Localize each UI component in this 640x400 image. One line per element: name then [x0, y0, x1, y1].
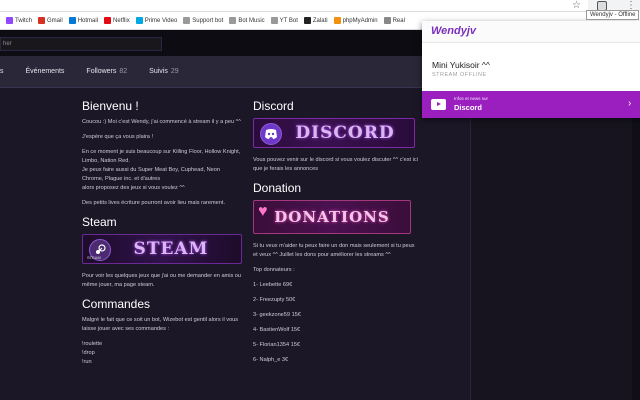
bookmark-item[interactable]: Support bot: [183, 17, 223, 24]
bookmark-label: Real: [392, 17, 405, 24]
bookmark-label: Twitch: [15, 17, 33, 24]
browser-toolbar: ☆ ⋮: [0, 0, 640, 12]
right-column: Discord DISCORD Vous pouvez venir sur le…: [253, 98, 418, 371]
top-donors-title: Top donnateurs :: [253, 267, 295, 273]
bookmark-favicon-icon: [333, 17, 341, 24]
bookmark-item[interactable]: Prime Video: [135, 17, 178, 24]
tab-followers[interactable]: Followers 82: [86, 68, 127, 75]
bookmark-item[interactable]: Real: [383, 17, 405, 24]
chat-side-panel: [470, 88, 640, 400]
bienvenu-text-6: Des petits lives écriture pourront avoir…: [82, 200, 226, 206]
bookmark-favicon-icon: [6, 17, 13, 24]
steam-title: Steam: [82, 215, 117, 229]
steam-banner-sub: STEAM: [87, 255, 101, 260]
search-input[interactable]: her: [0, 37, 162, 51]
commandes-title: Commandes: [82, 297, 151, 311]
steam-banner-text: STEAM: [133, 238, 209, 259]
discord-banner[interactable]: DISCORD: [253, 118, 415, 148]
donor-item: 3- geekzone59 15€: [253, 312, 301, 318]
chevron-right-icon: ›: [628, 98, 632, 109]
donation-banner[interactable]: ♥ DONATIONS: [253, 200, 411, 234]
discord-banner-text: DISCORD: [295, 122, 395, 143]
bookmark-label: phpMyAdmin: [342, 17, 378, 24]
bookmark-favicon-icon: [38, 17, 46, 24]
popup-channel-name: Mini Yukisoir ^^: [432, 60, 490, 70]
bookmark-favicon-icon: [229, 17, 237, 24]
popup-discord-title: Discord: [454, 103, 482, 112]
command-item: !drop: [82, 350, 95, 356]
bookmark-favicon-icon: [383, 17, 391, 24]
popup-brand: Wendyjv: [431, 25, 477, 37]
bookmark-favicon-icon: [68, 17, 76, 24]
donor-item: 4- BastienWolf 15€: [253, 327, 301, 333]
bookmark-star-icon[interactable]: ☆: [572, 0, 581, 12]
discord-logo-icon: [260, 123, 282, 145]
bookmark-label: YT Bot: [279, 17, 298, 24]
donor-item: 5- Florian1354 15€: [253, 342, 300, 348]
discord-title: Discord: [253, 99, 294, 113]
bookmark-favicon-icon: [303, 17, 311, 24]
command-item: !roulette: [82, 341, 103, 347]
bookmark-item[interactable]: Netflix: [104, 17, 130, 24]
youtube-icon: [431, 99, 446, 110]
extension-popup: Wendyjv Mini Yukisoir ^^ STREAM OFFLINE …: [422, 21, 640, 118]
left-column: Bienvenu ! Coucou :) Moi c'est Wendy, j'…: [82, 98, 242, 367]
donation-text: Si tu veux m'aider tu peux faire un don …: [253, 243, 415, 258]
heart-icon: ♥: [258, 203, 268, 220]
discord-text: Vous pouvez venir sur le discord si vous…: [253, 157, 418, 172]
bienvenu-text-4: Je peux faire aussi du Super Meat Boy, C…: [82, 167, 220, 182]
bookmark-item[interactable]: Bot Music: [229, 17, 265, 24]
bookmark-label: Hotmail: [77, 17, 99, 24]
bookmark-label: Zalati: [312, 17, 328, 24]
bookmark-label: Support bot: [192, 17, 224, 24]
address-bar[interactable]: [0, 0, 588, 12]
bookmark-item[interactable]: Twitch: [6, 17, 32, 24]
donation-banner-text: DONATIONS: [274, 207, 390, 226]
bienvenu-text-3: En ce moment je suis beaucoup sur Killin…: [82, 149, 241, 164]
tab-suivis[interactable]: Suivis 29: [149, 68, 178, 75]
popup-discord-sub: Infos et news sur: [454, 96, 489, 101]
popup-discord-button[interactable]: Infos et news sur Discord ›: [422, 91, 640, 118]
bienvenu-text-1: Coucou :) Moi c'est Wendy, j'ai commencé…: [82, 119, 241, 125]
bookmark-favicon-icon: [104, 17, 112, 24]
extension-tooltip: Wendyjv - Offline: [586, 10, 640, 20]
bienvenu-text-2: J'espère que ça vous plaira !: [82, 134, 154, 140]
bookmark-favicon-icon: [183, 17, 191, 24]
suivis-count: 29: [170, 68, 179, 75]
bookmark-label: Netflix: [113, 17, 130, 24]
steam-text: Pour voir les quelques jeux que j'ai ou …: [82, 273, 242, 288]
bookmark-label: Gmail: [47, 17, 63, 24]
bookmark-label: Prime Video: [144, 17, 178, 24]
bienvenu-text-5: alors proposez des jeux si vous voulez ^…: [82, 185, 185, 191]
tab-partial[interactable]: s: [0, 68, 4, 75]
bookmark-label: Bot Music: [238, 17, 265, 24]
steam-banner[interactable]: STEAM STEAM: [82, 234, 242, 264]
commandes-text: Malgré le fait que ce soit un bot, Wizeb…: [82, 317, 239, 332]
popup-stream-status: STREAM OFFLINE: [432, 72, 487, 78]
bookmark-item[interactable]: Hotmail: [68, 17, 99, 24]
bookmark-item[interactable]: Zalati: [303, 17, 328, 24]
bookmark-favicon-icon: [270, 17, 278, 24]
bienvenu-title: Bienvenu !: [82, 99, 139, 113]
scrollbar[interactable]: [632, 88, 640, 400]
popup-header: Wendyjv: [422, 21, 640, 43]
bookmark-item[interactable]: phpMyAdmin: [333, 17, 378, 24]
donor-item: 6- Nalph_e 3€: [253, 357, 289, 363]
followers-count: 82: [119, 68, 128, 75]
donor-item: 1- Leebette 69€: [253, 282, 293, 288]
donation-title: Donation: [253, 181, 302, 195]
bookmark-item[interactable]: Gmail: [38, 17, 63, 24]
donor-item: 2- Freezupty 50€: [253, 297, 296, 303]
tab-events[interactable]: Événements: [26, 68, 65, 75]
command-item: !run: [82, 359, 92, 365]
bookmark-favicon-icon: [135, 17, 143, 24]
bookmark-item[interactable]: YT Bot: [270, 17, 298, 24]
